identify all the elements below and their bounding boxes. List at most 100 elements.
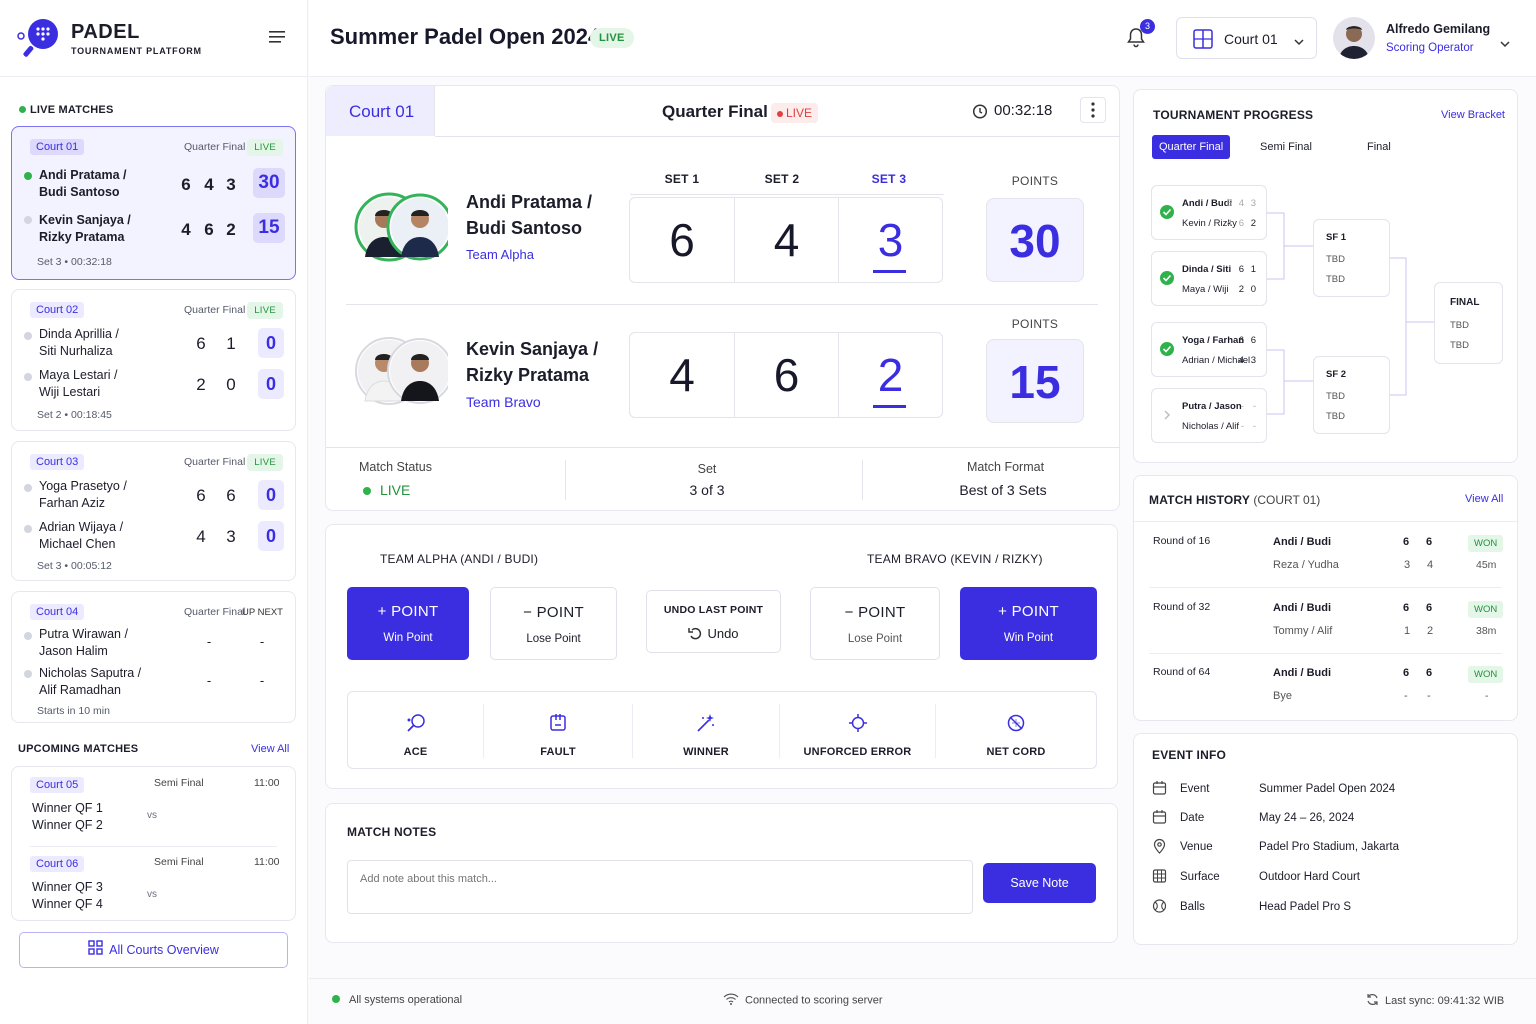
history-round: Round of 64: [1153, 666, 1211, 678]
result-badge: WON: [1468, 666, 1504, 683]
result-badge: WON: [1468, 535, 1504, 552]
user-menu-chevron-icon[interactable]: [1500, 35, 1510, 53]
unforced-error-button[interactable]: UNFORCED ERROR: [780, 692, 935, 770]
fault-label: FAULT: [540, 746, 576, 758]
status-badge: LIVE: [247, 454, 283, 471]
bracket-score: -: [1240, 421, 1244, 432]
match-format-label: Match Format: [966, 460, 1045, 474]
match-card-court-03[interactable]: Court 03 Quarter Final LIVE Yoga Prasety…: [11, 441, 296, 581]
button-label: POINT: [1011, 603, 1059, 620]
divider: [435, 136, 1120, 137]
team2-set2-score: 6: [734, 333, 838, 417]
team2-set1-score: 4: [669, 349, 695, 401]
team2-player1: Nicholas Saputra /: [39, 666, 142, 680]
vs-label: vs: [147, 889, 157, 900]
all-courts-label: All Courts Overview: [109, 943, 219, 957]
notifications-button[interactable]: 3: [1125, 19, 1155, 50]
brand-name: PADEL: [71, 21, 140, 43]
bracket-match-qf2[interactable]: Dinda / Siti 6 1 Maya / Wiji 2 0: [1151, 251, 1267, 306]
wifi-icon: [723, 993, 739, 1008]
bracket-score: 6: [1250, 335, 1256, 346]
net-cord-button[interactable]: NET CORD: [936, 692, 1096, 770]
live-matches-label: LIVE MATCHES: [30, 104, 114, 116]
grid-icon: [88, 934, 103, 968]
plus-icon: +: [998, 603, 1012, 620]
set-score: 4: [181, 220, 191, 239]
history-view-all-link[interactable]: View All: [1465, 493, 1503, 505]
bracket-team: Dinda / Siti: [1182, 264, 1232, 275]
history-score: 6: [1403, 667, 1410, 679]
match-round: Quarter Final: [184, 304, 246, 316]
button-label: POINT: [536, 604, 584, 621]
user-avatar[interactable]: [1333, 17, 1375, 59]
court-select-dropdown[interactable]: Court 01: [1176, 17, 1317, 59]
set-label: Set: [697, 462, 717, 476]
shot-type-bar: ACE FAULT WINNER UNFORCED ERROR NET CORD: [347, 691, 1097, 769]
event-info-value: Summer Padel Open 2024: [1259, 783, 1396, 795]
button-sublabel: Lose Point: [847, 633, 903, 645]
upcoming-team-a: Winner QF 1: [32, 801, 103, 815]
team1-player2-name: Budi Santoso: [466, 218, 582, 238]
check-icon: [1159, 204, 1175, 223]
bracket-team: TBD: [1326, 274, 1345, 285]
court-select-value: Court 01: [1224, 31, 1278, 47]
match-history-heading: MATCH HISTORY (COURT 01): [1149, 493, 1320, 507]
bracket-match-sf2[interactable]: SF 2 TBD TBD: [1313, 356, 1390, 434]
undo-icon: [688, 626, 702, 643]
calendar-icon: [1152, 810, 1167, 824]
set-score: 2: [196, 375, 206, 394]
team2-points: 15: [986, 339, 1084, 423]
team-b-win-point-button[interactable]: + POINT Win Point: [960, 587, 1097, 660]
result-badge: WON: [1468, 601, 1504, 618]
event-info-value: Head Padel Pro S: [1259, 901, 1352, 913]
match-card-court-02[interactable]: Court 02 Quarter Final LIVE Dinda Aprill…: [11, 289, 296, 431]
ace-button[interactable]: ACE: [348, 692, 483, 770]
refresh-icon[interactable]: [1366, 993, 1379, 1009]
header-live-badge: LIVE: [590, 28, 634, 48]
match-status-value: LIVE: [363, 482, 410, 498]
menu-icon[interactable]: [269, 30, 287, 44]
history-score: 6: [1403, 602, 1410, 614]
history-score: 6: [1426, 602, 1433, 614]
set-score: 2: [226, 220, 236, 239]
bracket-score: -: [1252, 401, 1256, 412]
all-courts-overview-button[interactable]: All Courts Overview: [19, 932, 288, 968]
divider: [1134, 521, 1519, 522]
save-note-button[interactable]: Save Note: [983, 863, 1096, 903]
bracket-match-qf1[interactable]: Andi / Budi 6 4 3 Kevin / Rizky 4 6 2: [1151, 185, 1267, 240]
history-row[interactable]: Round of 16 Andi / Budi Reza / Yudha 6 6…: [1152, 535, 1504, 585]
match-card-court-04[interactable]: Court 04 Quarter Final UP NEXT Putra Wir…: [11, 591, 296, 723]
upcoming-team-b: Winner QF 4: [32, 897, 103, 911]
court-tag: Court 03: [30, 454, 85, 470]
bracket-match-final[interactable]: FINAL TBD TBD: [1434, 282, 1503, 364]
team-a-win-point-button[interactable]: + POINT Win Point: [347, 587, 469, 660]
bracket-score: 6: [1238, 335, 1244, 346]
team1-avatar: [353, 191, 454, 263]
winner-button[interactable]: WINNER: [633, 692, 779, 770]
set-score: 4: [196, 527, 206, 546]
team1-player2: Siti Nurhaliza: [39, 344, 113, 358]
more-options-button[interactable]: [1080, 97, 1106, 123]
serving-indicator-icon: [24, 632, 32, 640]
fault-button[interactable]: FAULT: [484, 692, 632, 770]
undo-last-point-button[interactable]: UNDO LAST POINT Undo: [646, 590, 781, 653]
upcoming-view-all-link[interactable]: View All: [251, 743, 289, 755]
team-a-lose-point-button[interactable]: − POINT Lose Point: [490, 587, 617, 660]
bracket-team: TBD: [1326, 411, 1345, 422]
match-time: Starts in 10 min: [37, 705, 110, 717]
points-score: 15: [253, 213, 285, 243]
history-row[interactable]: Round of 64 Andi / Budi Bye 6 6 - - WON …: [1152, 666, 1504, 716]
bracket-match-qf4[interactable]: Putra / Jason - - Nicholas / Alif - -: [1151, 388, 1267, 443]
divider: [0, 76, 308, 77]
set-score: 6: [204, 220, 214, 239]
team2-label: Team Bravo: [466, 394, 541, 410]
user-name: Alfredo Gemilang: [1386, 22, 1491, 36]
match-card-court-01[interactable]: Court 01 Quarter Final LIVE Andi Pratama…: [11, 126, 296, 280]
bracket-match-sf1[interactable]: SF 1 TBD TBD: [1313, 219, 1390, 297]
team2-set-scores: 4 6 2: [629, 332, 943, 418]
court-tag: Court 05: [30, 777, 85, 793]
history-row[interactable]: Round of 32 Andi / Budi Tommy / Alif 6 6…: [1152, 601, 1504, 651]
match-notes-input[interactable]: [347, 860, 973, 914]
bracket-match-qf3[interactable]: Yoga / Farhan 6 6 Adrian / Michael 4 3: [1151, 322, 1267, 377]
team-b-lose-point-button[interactable]: − POINT Lose Point: [810, 587, 940, 660]
